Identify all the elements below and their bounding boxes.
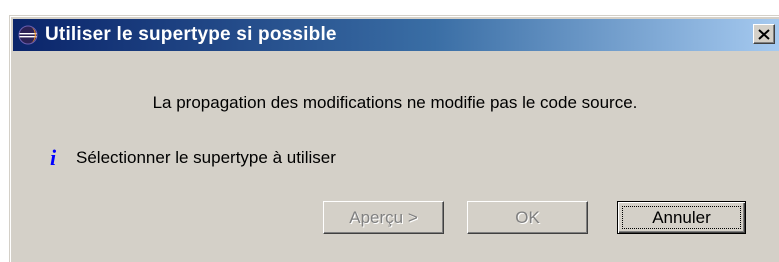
- dialog-title: Utiliser le supertype si possible: [45, 24, 337, 45]
- title-bar[interactable]: Utiliser le supertype si possible: [13, 19, 779, 51]
- cancel-button-label: Annuler: [652, 207, 711, 227]
- cancel-button[interactable]: Annuler: [617, 201, 746, 234]
- dialog-message: La propagation des modifications ne modi…: [152, 93, 638, 112]
- info-icon: i: [49, 145, 57, 170]
- close-icon: [758, 28, 770, 40]
- preview-button[interactable]: Aperçu >: [323, 201, 444, 234]
- info-row: i Sélectionner le supertype à utiliser: [46, 147, 336, 169]
- ok-button[interactable]: OK: [467, 201, 588, 234]
- preview-button-label: Aperçu >: [349, 207, 418, 227]
- close-button[interactable]: [753, 24, 775, 44]
- dialog-window: Utiliser le supertype si possible La pro…: [9, 15, 779, 262]
- info-text: Sélectionner le supertype à utiliser: [76, 148, 336, 167]
- ok-button-label: OK: [515, 207, 540, 227]
- eclipse-app-icon: [17, 24, 39, 46]
